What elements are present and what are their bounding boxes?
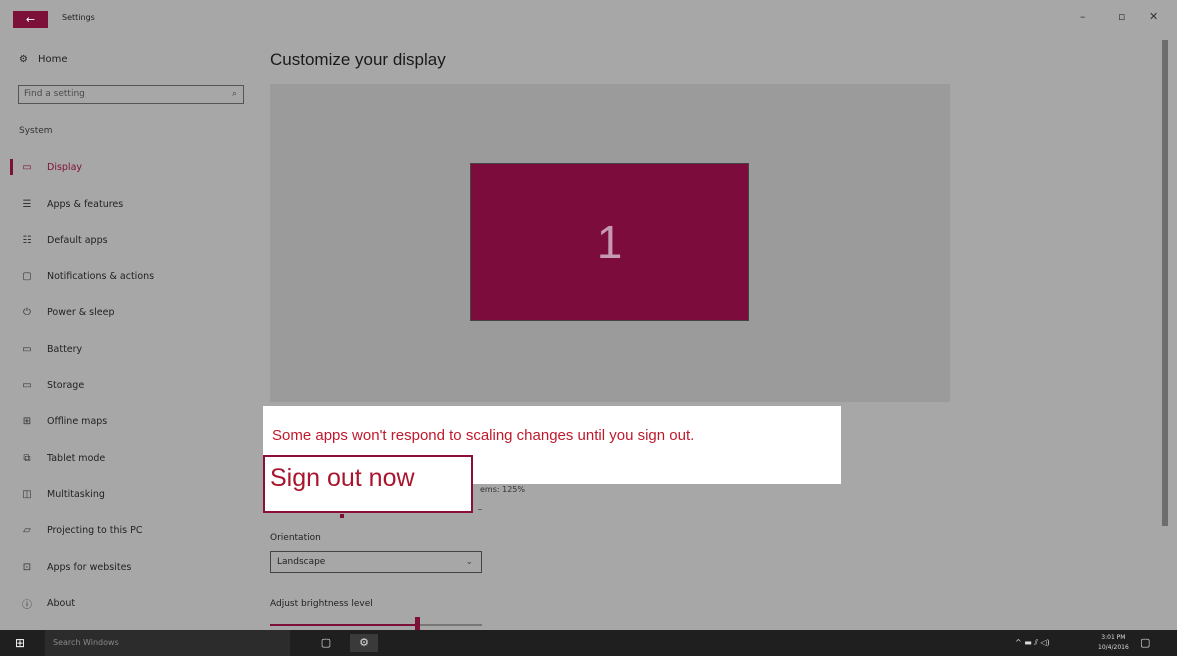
maximize-button[interactable]: ▫ bbox=[1118, 9, 1125, 25]
brightness-slider-fill bbox=[270, 624, 418, 626]
apps-list-icon: ☰ bbox=[22, 198, 32, 210]
close-button[interactable]: ✕ bbox=[1149, 9, 1158, 25]
sidebar-item-apps-features[interactable]: ☰ Apps & features bbox=[0, 193, 260, 215]
settings-taskbar-icon[interactable]: ⚙ bbox=[350, 634, 378, 652]
sidebar-item-power-sleep[interactable]: ⏻ Power & sleep bbox=[0, 301, 260, 323]
page-title: Customize your display bbox=[270, 50, 446, 69]
search-icon[interactable]: ⌕ bbox=[232, 86, 237, 103]
sidebar-item-apps-for-websites[interactable]: ⊡ Apps for websites bbox=[0, 556, 260, 578]
scale-slider-thumb[interactable] bbox=[340, 514, 344, 518]
gear-icon: ⚙ bbox=[19, 54, 28, 65]
sidebar-item-default-apps[interactable]: ☷ Default apps bbox=[0, 229, 260, 251]
orientation-dropdown[interactable]: Landscape ⌄ bbox=[270, 551, 482, 573]
window-title: Settings bbox=[62, 13, 95, 22]
map-icon: ⊞ bbox=[22, 415, 32, 427]
find-setting-input[interactable]: Find a setting ⌕ bbox=[18, 85, 244, 104]
selection-indicator bbox=[10, 159, 13, 175]
taskbar-clock[interactable]: 3:01 PM 10/4/2016 bbox=[1098, 633, 1129, 653]
sidebar-item-label: Apps & features bbox=[47, 198, 124, 210]
sidebar-item-label: Tablet mode bbox=[47, 452, 106, 464]
sidebar-item-tablet-mode[interactable]: ⧉ Tablet mode bbox=[0, 447, 260, 469]
brightness-label: Adjust brightness level bbox=[270, 599, 373, 609]
sidebar-item-offline-maps[interactable]: ⊞ Offline maps bbox=[0, 410, 260, 432]
sidebar-item-label: Display bbox=[47, 161, 83, 173]
projecting-icon: ▱ bbox=[23, 524, 31, 536]
section-label: System bbox=[19, 126, 53, 136]
back-arrow-icon: ← bbox=[25, 13, 36, 26]
sidebar-item-label: Battery bbox=[47, 343, 83, 355]
multitasking-icon: ◫ bbox=[22, 488, 32, 500]
sidebar-item-label: Default apps bbox=[47, 234, 108, 246]
sidebar-item-display[interactable]: ▭ Display bbox=[0, 156, 260, 178]
scrollbar[interactable] bbox=[1162, 40, 1168, 526]
scale-partial-text: ems: 125% bbox=[480, 485, 525, 494]
storage-icon: ▭ bbox=[22, 379, 32, 391]
tablet-icon: ⧉ bbox=[23, 452, 31, 464]
info-icon: ⓘ bbox=[22, 599, 32, 611]
monitor-1-tile[interactable]: 1 bbox=[470, 163, 749, 321]
sidebar-item-label: Power & sleep bbox=[47, 306, 115, 318]
chevron-down-icon: ⌄ bbox=[465, 557, 473, 567]
web-apps-icon: ⊡ bbox=[22, 561, 32, 573]
task-view-icon[interactable]: ▢ bbox=[312, 634, 340, 652]
default-apps-icon: ☷ bbox=[22, 234, 32, 246]
sidebar-item-storage[interactable]: ▭ Storage bbox=[0, 374, 260, 396]
home-label: Home bbox=[37, 54, 68, 65]
sidebar-item-multitasking[interactable]: ◫ Multitasking bbox=[0, 483, 260, 505]
sidebar-item-projecting[interactable]: ▱ Projecting to this PC bbox=[0, 519, 260, 541]
back-button[interactable]: ← bbox=[13, 11, 48, 28]
action-center-icon[interactable]: ▢ bbox=[1140, 636, 1150, 649]
clock-time: 3:01 PM bbox=[1101, 634, 1126, 641]
windows-start-icon[interactable]: ⊞ bbox=[15, 636, 25, 650]
taskbar: ⊞ Search Windows ▢ ⚙ ^ ▬ ⫽ ◁) 3:01 PM 10… bbox=[0, 630, 1177, 656]
minimize-button[interactable]: – bbox=[1080, 9, 1086, 25]
orientation-label: Orientation bbox=[270, 533, 321, 543]
sidebar-item-about[interactable]: ⓘ About bbox=[0, 592, 260, 614]
search-placeholder: Find a setting bbox=[24, 89, 85, 99]
home-link[interactable]: ⚙ Home bbox=[19, 54, 68, 65]
sidebar-item-label: Apps for websites bbox=[47, 561, 132, 573]
taskbar-search-box[interactable]: Search Windows bbox=[45, 630, 290, 656]
sidebar-item-notifications[interactable]: ▢ Notifications & actions bbox=[0, 265, 260, 287]
display-arrangement-area: 1 bbox=[270, 84, 950, 402]
scaling-warning-text: Some apps won't respond to scaling chang… bbox=[272, 427, 695, 444]
sidebar-item-battery[interactable]: ▭ Battery bbox=[0, 338, 260, 360]
battery-icon: ▭ bbox=[22, 343, 32, 355]
sidebar-item-label: Offline maps bbox=[47, 415, 108, 427]
orientation-value: Landscape bbox=[277, 557, 326, 567]
sidebar-item-label: Multitasking bbox=[47, 488, 105, 500]
scale-slider-tick bbox=[478, 509, 482, 510]
sidebar-item-label: Notifications & actions bbox=[47, 270, 155, 282]
clock-date: 10/4/2016 bbox=[1098, 644, 1129, 651]
sidebar-item-label: Projecting to this PC bbox=[47, 524, 143, 536]
title-bar: ← Settings – ▫ ✕ bbox=[0, 0, 1177, 36]
power-icon: ⏻ bbox=[23, 306, 31, 318]
sidebar-item-label: Storage bbox=[47, 379, 85, 391]
notifications-icon: ▢ bbox=[22, 270, 32, 282]
sidebar: ⚙ Home Find a setting ⌕ System ▭ Display… bbox=[0, 36, 260, 630]
sidebar-item-label: About bbox=[47, 597, 76, 609]
brightness-slider-thumb[interactable] bbox=[415, 617, 420, 630]
sign-out-now-link[interactable]: Sign out now bbox=[263, 455, 473, 513]
display-icon: ▭ bbox=[22, 161, 32, 173]
system-tray-icons[interactable]: ^ ▬ ⫽ ◁) bbox=[1015, 638, 1050, 648]
